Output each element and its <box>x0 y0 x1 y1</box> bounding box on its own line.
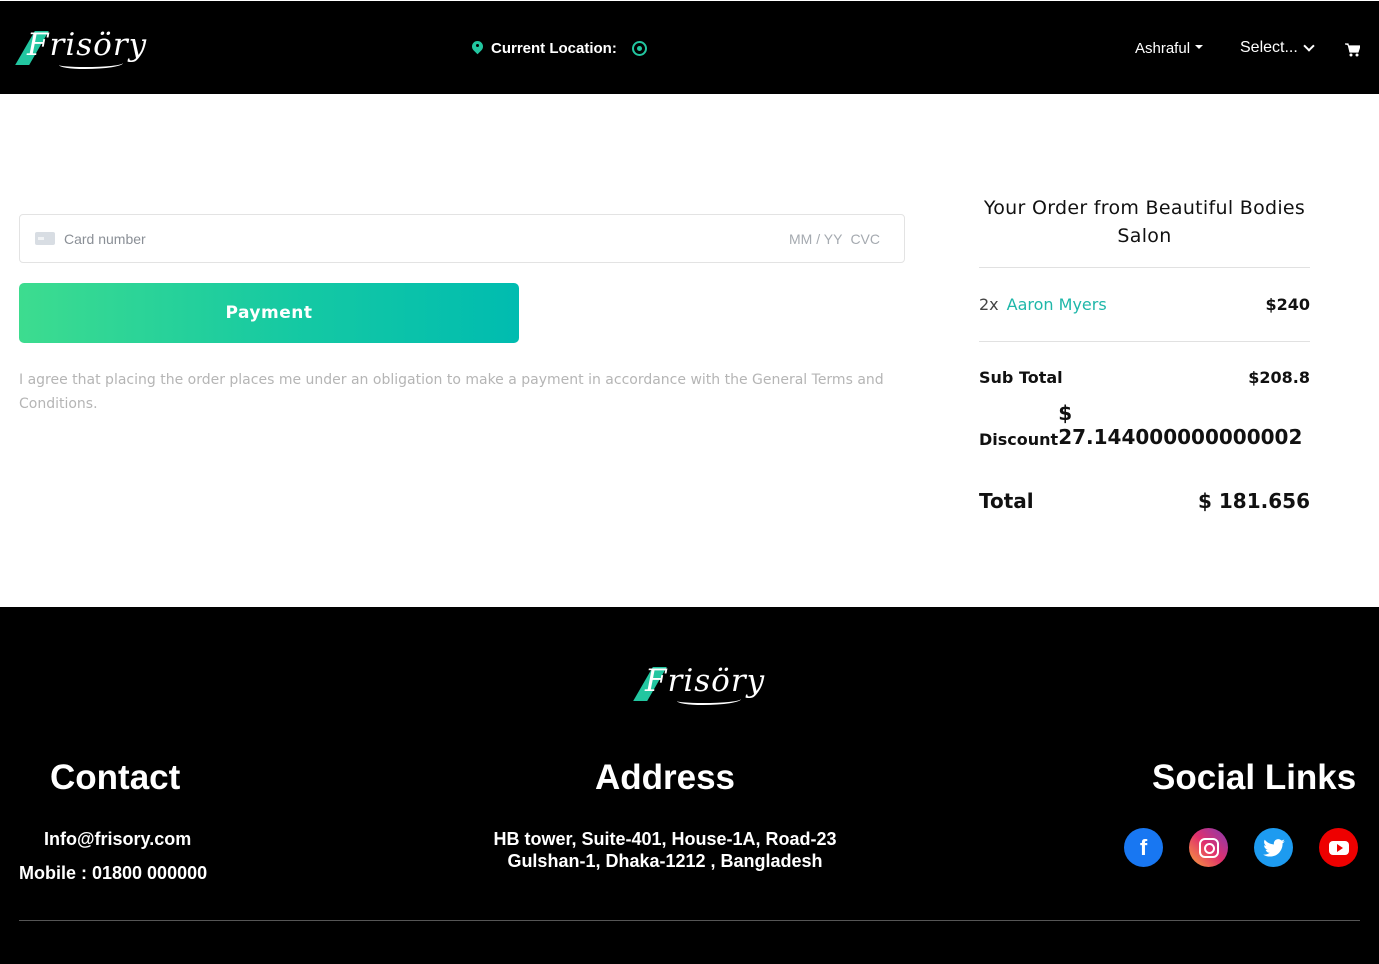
contact-email[interactable]: Info@frisory.com <box>44 829 191 850</box>
logo-text: Frisöry <box>27 27 148 63</box>
subtotal-row: Sub Total $208.8 <box>979 368 1310 387</box>
credit-card-icon <box>35 232 55 245</box>
chevron-down-icon <box>1303 40 1315 52</box>
terms-agreement-text: I agree that placing the order places me… <box>19 372 884 412</box>
logo-swoosh-mark <box>59 59 123 69</box>
total-value: $ 181.656 <box>1198 489 1310 513</box>
footer-divider <box>19 920 1360 921</box>
contact-heading: Contact <box>50 758 181 797</box>
order-title: Your Order from Beautiful Bodies Salon <box>979 194 1310 268</box>
item-price: $240 <box>1265 295 1310 314</box>
current-location-label: Current Location: <box>491 40 617 57</box>
cvc-field[interactable]: CVC <box>850 231 880 247</box>
card-extra-fields: MM / YY CVC <box>789 231 880 247</box>
discount-label: Discount <box>979 430 1059 449</box>
select-label: Select... <box>1240 39 1298 56</box>
order-item: 2x Aaron Myers $240 <box>979 268 1310 342</box>
card-element[interactable]: Card number MM / YY CVC <box>19 214 905 263</box>
discount-row: Discount $ 27.144000000000002 <box>979 401 1310 449</box>
discount-value: $ 27.144000000000002 <box>1058 401 1303 449</box>
instagram-icon[interactable] <box>1189 828 1228 867</box>
total-row: Total $ 181.656 <box>979 489 1310 513</box>
order-summary: Your Order from Beautiful Bodies Salon 2… <box>979 194 1310 513</box>
caret-down-icon <box>1195 44 1204 49</box>
current-location[interactable]: Current Location: <box>472 40 647 57</box>
subtotal-label: Sub Total <box>979 368 1063 387</box>
address-line-1: HB tower, Suite-401, House-1A, Road-23 <box>493 829 837 849</box>
facebook-icon[interactable]: f <box>1124 828 1163 867</box>
expiry-field[interactable]: MM / YY <box>789 231 842 247</box>
total-label: Total <box>979 489 1034 513</box>
social-links: f <box>1124 828 1358 867</box>
logo-swoosh-mark <box>677 695 741 705</box>
footer-logo[interactable]: Frisöry <box>633 663 764 711</box>
item-name-link[interactable]: Aaron Myers <box>1007 295 1266 314</box>
logo-text: Frisöry <box>645 663 766 699</box>
card-number-field[interactable]: Card number <box>64 231 789 247</box>
subtotal-value: $208.8 <box>1248 368 1310 387</box>
payment-button[interactable]: Payment <box>19 283 519 343</box>
language-select[interactable]: Select... <box>1240 39 1315 57</box>
contact-mobile: Mobile : 01800 000000 <box>19 863 208 883</box>
site-footer: Frisöry Contact Info@frisory.com Mobile … <box>0 607 1379 964</box>
locate-target-icon[interactable] <box>631 41 647 56</box>
brand-logo[interactable]: Frisöry <box>15 27 146 75</box>
user-dropdown[interactable]: Ashraful <box>1135 40 1204 57</box>
address-heading: Address <box>594 758 736 797</box>
youtube-icon[interactable] <box>1319 828 1358 867</box>
twitter-icon[interactable] <box>1254 828 1293 867</box>
item-quantity: 2x <box>979 295 999 314</box>
top-navbar: Frisöry Current Location: Ashraful Selec… <box>0 1 1379 94</box>
social-heading: Social Links <box>1152 758 1357 797</box>
user-name: Ashraful <box>1135 40 1191 57</box>
address-line-2: Gulshan-1, Dhaka-1212 , Bangladesh <box>507 851 823 871</box>
map-pin-icon <box>472 41 483 56</box>
cart-icon[interactable] <box>1345 43 1360 57</box>
